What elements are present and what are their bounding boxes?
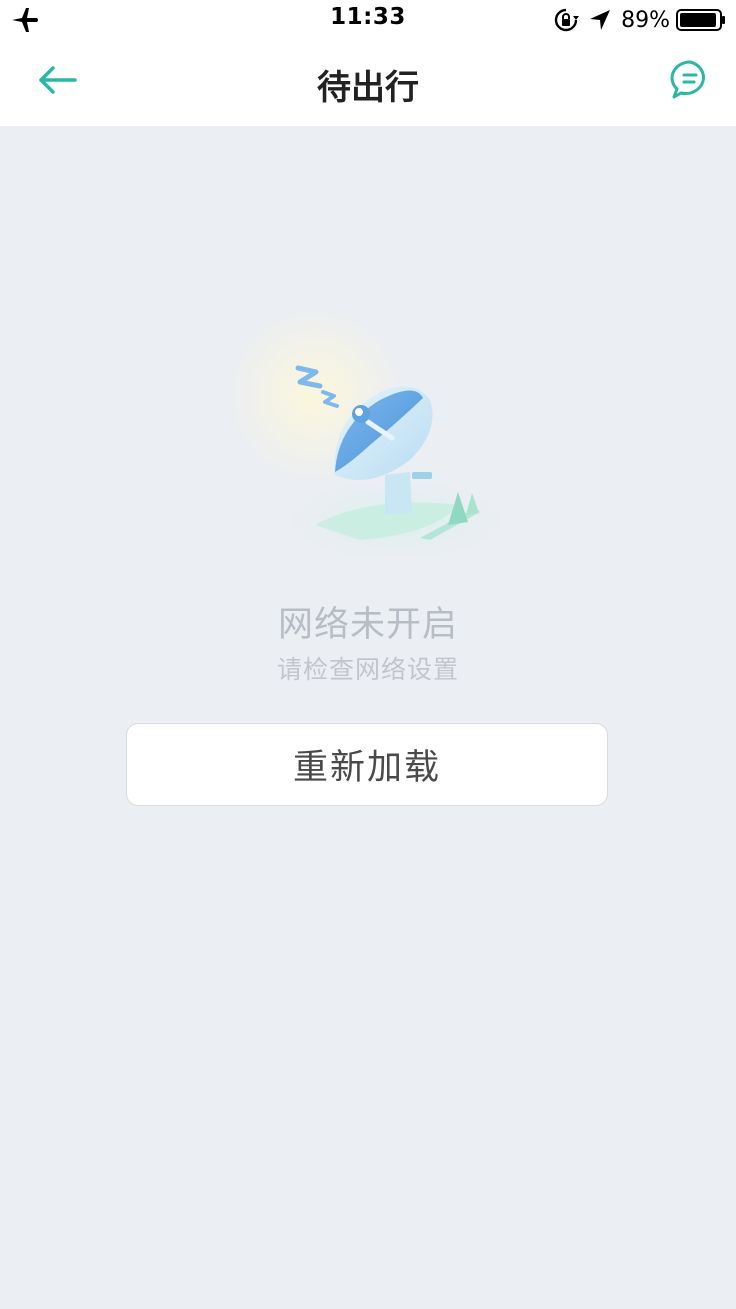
page-title: 待出行: [317, 68, 419, 108]
location-arrow-icon: [589, 9, 611, 31]
chat-bubble-icon: [669, 59, 711, 105]
reload-button[interactable]: 重新加载: [126, 723, 608, 806]
status-bar: 11:33 89%: [0, 0, 736, 40]
battery-icon: [676, 9, 726, 31]
battery-percent: 89%: [621, 7, 670, 33]
sleeping-satellite-dish-illustration: [220, 300, 520, 570]
message-button[interactable]: [668, 60, 712, 104]
rotation-lock-icon: [553, 7, 580, 33]
error-subtitle: 请检查网络设置: [276, 655, 459, 684]
error-title: 网络未开启: [277, 605, 458, 645]
status-right-group: 89%: [553, 6, 726, 34]
nav-bar: 待出行: [0, 40, 736, 126]
